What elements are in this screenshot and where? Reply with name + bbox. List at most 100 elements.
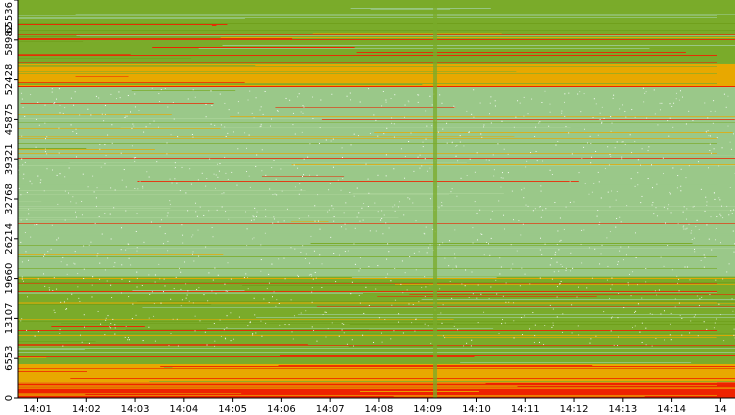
heatmap-speckle <box>244 132 246 134</box>
heatmap-speckle <box>386 258 388 260</box>
heatmap-speckle <box>104 334 106 336</box>
heatmap-speckle <box>45 138 47 140</box>
heatmap-line <box>242 285 429 286</box>
heatmap-speckle <box>373 341 375 343</box>
heatmap-speckle <box>689 279 691 281</box>
heatmap-speckle <box>589 135 591 137</box>
heatmap-speckle <box>104 163 106 165</box>
heatmap-speckle <box>488 243 490 245</box>
heatmap-speckle <box>572 267 574 269</box>
y-tick-label: 6553 <box>4 345 15 370</box>
heatmap-speckle <box>225 135 227 137</box>
heatmap-speckle <box>730 210 732 212</box>
heatmap-speckle <box>99 278 101 280</box>
heatmap-line <box>18 1 717 2</box>
heatmap-speckle <box>523 96 525 98</box>
heatmap-speckle <box>192 251 194 253</box>
heatmap-speckle <box>493 169 495 171</box>
heatmap-line <box>18 58 192 59</box>
heatmap-speckle <box>421 165 423 167</box>
heatmap-speckle <box>256 215 258 217</box>
heatmap-speckle <box>361 207 363 209</box>
heatmap-speckle <box>667 208 669 210</box>
heatmap-speckle <box>581 262 583 264</box>
heatmap-line <box>18 165 735 166</box>
heatmap-speckle <box>561 110 563 112</box>
heatmap-speckle <box>630 295 632 297</box>
heatmap-line <box>198 48 650 49</box>
heatmap-speckle <box>311 275 313 277</box>
heatmap-line <box>18 182 347 183</box>
heatmap-speckle <box>695 226 697 228</box>
heatmap-speckle <box>341 156 343 158</box>
heatmap-speckle <box>340 226 342 228</box>
heatmap-speckle <box>220 335 222 337</box>
heatmap-speckle <box>698 228 700 230</box>
heatmap-line <box>80 377 110 378</box>
heatmap-speckle <box>564 101 566 103</box>
heatmap-speckle <box>92 276 94 278</box>
heatmap-speckle <box>289 99 291 101</box>
heatmap-line <box>18 208 171 209</box>
heatmap-line <box>409 294 735 295</box>
heatmap-line <box>356 52 686 53</box>
heatmap-speckle <box>365 286 367 288</box>
heatmap-speckle <box>670 312 672 314</box>
heatmap-speckle <box>424 296 426 298</box>
heatmap-line <box>125 329 370 330</box>
heatmap-speckle <box>189 168 191 170</box>
heatmap-line <box>18 278 735 279</box>
heatmap-speckle <box>622 259 624 261</box>
heatmap-speckle <box>67 298 69 300</box>
heatmap-speckle <box>273 218 275 220</box>
heatmap-speckle <box>153 315 155 317</box>
heatmap-speckle <box>584 128 586 130</box>
heatmap-speckle <box>47 251 49 253</box>
heatmap-speckle <box>279 324 281 326</box>
heatmap-line <box>432 295 735 296</box>
heatmap-speckle <box>603 117 605 119</box>
heatmap-line <box>18 291 717 292</box>
heatmap-speckle <box>558 270 560 272</box>
heatmap-speckle <box>246 245 248 247</box>
heatmap-speckle <box>278 303 280 305</box>
heatmap-speckle <box>644 92 646 94</box>
heatmap-speckle <box>556 286 558 288</box>
heatmap-speckle <box>703 254 705 256</box>
heatmap-speckle <box>260 123 262 125</box>
heatmap-speckle <box>446 142 448 144</box>
heatmap-speckle <box>409 198 411 200</box>
heatmap-speckle <box>51 224 53 226</box>
heatmap-line <box>18 344 308 345</box>
heatmap-speckle <box>127 337 129 339</box>
heatmap-speckle <box>613 94 615 96</box>
heatmap-speckle <box>64 107 66 109</box>
heatmap-speckle <box>648 146 650 148</box>
heatmap-speckle <box>314 271 316 273</box>
heatmap-speckle <box>132 123 134 125</box>
heatmap-speckle <box>70 97 72 99</box>
heatmap-speckle <box>669 117 671 119</box>
heatmap-speckle <box>431 125 433 127</box>
heatmap-speckle <box>43 190 45 192</box>
heatmap-speckle <box>385 276 387 278</box>
heatmap-speckle <box>224 102 226 104</box>
x-tick-label: 14:06 <box>267 404 296 415</box>
heatmap-line <box>431 31 735 32</box>
heatmap-speckle <box>316 174 318 176</box>
heatmap-speckle <box>398 313 400 315</box>
heatmap-speckle <box>121 227 123 229</box>
heatmap-speckle <box>427 325 429 327</box>
heatmap-speckle <box>625 254 627 256</box>
heatmap-speckle <box>628 284 630 286</box>
heatmap-vertical-stripe <box>433 0 438 398</box>
heatmap-speckle <box>597 134 599 136</box>
heatmap-speckle <box>120 249 122 251</box>
heatmap-speckle <box>268 301 270 303</box>
heatmap-speckle <box>704 102 706 104</box>
heatmap-speckle <box>523 115 525 117</box>
heatmap-speckle <box>353 243 355 245</box>
heatmap-speckle <box>345 202 347 204</box>
heatmap-speckle <box>472 293 474 295</box>
heatmap-speckle <box>64 176 66 178</box>
